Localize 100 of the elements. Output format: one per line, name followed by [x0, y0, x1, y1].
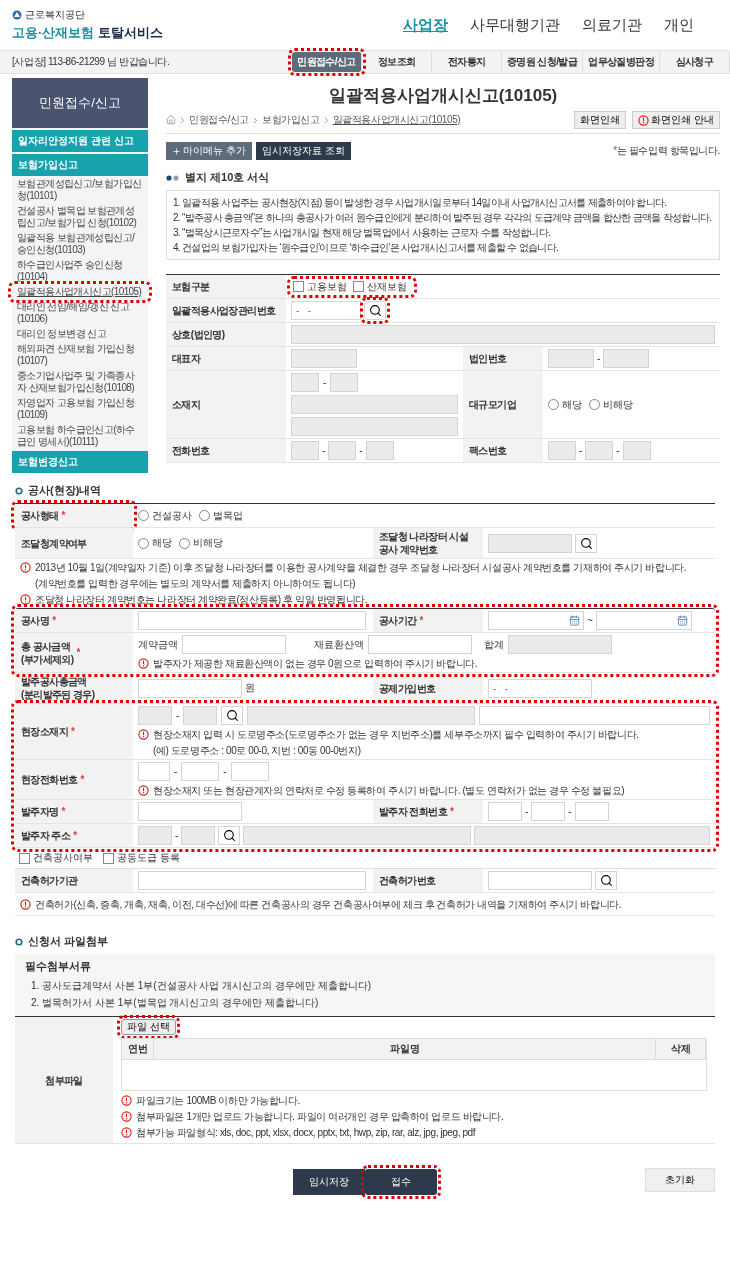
menu-tab[interactable]: 전자통지	[432, 52, 502, 72]
home-icon[interactable]	[166, 115, 176, 125]
dash-separator: -	[359, 445, 363, 456]
input-field[interactable]	[183, 706, 218, 725]
org-name: 근로복지공단	[25, 8, 85, 22]
warning-icon	[138, 785, 149, 796]
input-field[interactable]	[548, 349, 594, 368]
input-field[interactable]	[138, 706, 172, 725]
input-field[interactable]	[479, 706, 710, 725]
input-field[interactable]	[230, 762, 269, 781]
input-field[interactable]	[243, 826, 472, 845]
input-field[interactable]	[291, 441, 319, 460]
input-field[interactable]	[365, 441, 394, 460]
input-field[interactable]	[488, 871, 592, 890]
input-field[interactable]	[181, 826, 216, 845]
sidebar-item[interactable]: 대리인 정보변경 신고	[12, 327, 148, 341]
section-title: 공사(현장)내역	[28, 483, 102, 498]
input-field[interactable]	[508, 635, 612, 654]
input-field[interactable]	[368, 635, 472, 654]
calendar-icon[interactable]	[676, 615, 688, 626]
input-field[interactable]: - -	[291, 301, 361, 320]
search-button[interactable]	[575, 533, 597, 553]
sidebar-item[interactable]: 자영업자 고용보험 가입신청(10109)	[12, 396, 148, 422]
input-field[interactable]	[138, 826, 172, 845]
input-field[interactable]	[291, 417, 458, 436]
notice-text: 파일크기는 100MB 이하만 가능합니다.	[136, 1094, 300, 1107]
menu-tab[interactable]: 정보조회	[362, 52, 432, 72]
nav-link[interactable]: 사무대행기관	[470, 15, 560, 35]
print-button[interactable]: 화면인쇄	[574, 111, 627, 129]
checkbox[interactable]	[353, 281, 364, 292]
input-field[interactable]	[488, 533, 572, 553]
input-field[interactable]	[328, 441, 357, 460]
input-field[interactable]	[474, 826, 710, 845]
input-field[interactable]	[531, 802, 566, 821]
footer-button[interactable]: 임시저장	[293, 1169, 365, 1195]
sidebar-item[interactable]: 고용보험 하수급인신고(하수급인 명세서)(10111)	[12, 423, 148, 449]
sidebar-item[interactable]: 중소기업사업주 및 가족종사자 산재보험가입신청(10108)	[12, 369, 148, 395]
input-field[interactable]	[603, 349, 650, 368]
print-guide-button[interactable]: 화면인쇄 안내	[632, 111, 720, 129]
input-field[interactable]	[488, 802, 522, 821]
search-button[interactable]	[595, 871, 617, 890]
input-field[interactable]	[291, 395, 458, 414]
sidebar-item[interactable]: 하수급인사업주 승인신청(10104)	[12, 258, 148, 284]
notice-text: 첨부파일은 1개만 업로드 가능합니다. 파일이 여러개인 경우 압축하여 업로드 바랍니다.	[136, 1110, 504, 1123]
sidebar-item[interactable]: 일괄적용 보험관계성립신고/승인신청(10103)	[12, 231, 148, 257]
radio-button[interactable]	[138, 537, 149, 549]
breadcrumb-link[interactable]: 일괄적용사업개시신고(10105)	[332, 113, 461, 127]
menu-tab[interactable]: 업무상질병판정	[583, 52, 660, 72]
checkbox[interactable]	[19, 852, 30, 864]
sidebar-item[interactable]: 보험관계성립신고/보험가입신청(10101)	[12, 177, 148, 203]
radio-button[interactable]	[548, 399, 559, 410]
radio-button[interactable]	[199, 510, 210, 521]
input-field[interactable]	[181, 762, 220, 781]
field-label: 대표자	[172, 352, 201, 365]
input-field[interactable]	[291, 349, 357, 368]
menu-tab[interactable]: 심사청구	[660, 52, 730, 72]
radio-button[interactable]	[179, 537, 190, 549]
logo-title: 고용·산재보험	[12, 24, 95, 42]
input-field[interactable]	[574, 802, 609, 821]
breadcrumb-link[interactable]: 민원접수/신고	[189, 113, 249, 127]
input-field[interactable]	[138, 762, 170, 781]
notice-text: 첨부가능 파일형식: xls, doc, ppt, xlsx, docx, pptx, txt, hwp, zip, rar, alz, jpg, jpeg, pdf	[136, 1126, 476, 1139]
sidebar-item[interactable]: 해외파견 산재보험 가입신청(10107)	[12, 342, 148, 368]
input-field[interactable]	[291, 325, 715, 344]
reset-button[interactable]: 초기화	[645, 1168, 715, 1192]
search-button[interactable]	[221, 706, 244, 725]
nav-link[interactable]: 의료기관	[582, 15, 642, 35]
checkbox[interactable]	[103, 852, 114, 864]
input-field[interactable]	[330, 373, 359, 392]
date-field[interactable]	[595, 611, 692, 630]
breadcrumb-link[interactable]: 보험가입신고	[262, 113, 320, 127]
radio-button[interactable]	[138, 510, 149, 521]
radio-button[interactable]	[589, 399, 600, 410]
search-button[interactable]	[218, 826, 241, 845]
input-field[interactable]	[622, 441, 651, 460]
menu-tab[interactable]: 증명원 신청/발급	[502, 52, 584, 72]
nav-link[interactable]: 개인	[664, 15, 694, 35]
section-title: 별지 제10호 서식	[185, 170, 270, 185]
field-label: 발주자 주소	[21, 829, 71, 842]
input-field[interactable]	[548, 441, 576, 460]
warning-icon	[121, 1095, 132, 1106]
add-menu-button[interactable]: 마이메뉴 추가	[166, 142, 252, 160]
saved-data-button[interactable]: 임시저장자료 조회	[255, 142, 351, 160]
input-field[interactable]	[291, 373, 319, 392]
input-field[interactable]	[138, 802, 242, 821]
input-field[interactable]: - -	[488, 678, 592, 698]
doc-text: 1. 공사도급계약서 사본 1부(건설공사 사업 개시신고의 경우에만 제출합니다)	[30, 979, 372, 993]
input-field[interactable]	[182, 635, 286, 654]
input-field[interactable]	[138, 871, 366, 890]
field-label: 공제가입번호	[379, 681, 436, 695]
date-field[interactable]	[488, 611, 584, 630]
sidebar-item[interactable]: 대리인 선임/해임/갱신 신고(10106)	[12, 300, 148, 326]
input-field[interactable]	[585, 441, 614, 460]
nav-link[interactable]: 사업장	[403, 15, 448, 35]
input-field[interactable]	[138, 678, 242, 698]
input-field[interactable]	[247, 706, 476, 725]
input-field[interactable]	[138, 611, 366, 630]
sidebar-item[interactable]: 건설공사 벌목업 보험관계성립신고/보험가입 신청(10102)	[12, 204, 148, 230]
calendar-icon[interactable]	[569, 615, 580, 626]
checkbox[interactable]	[293, 281, 304, 292]
